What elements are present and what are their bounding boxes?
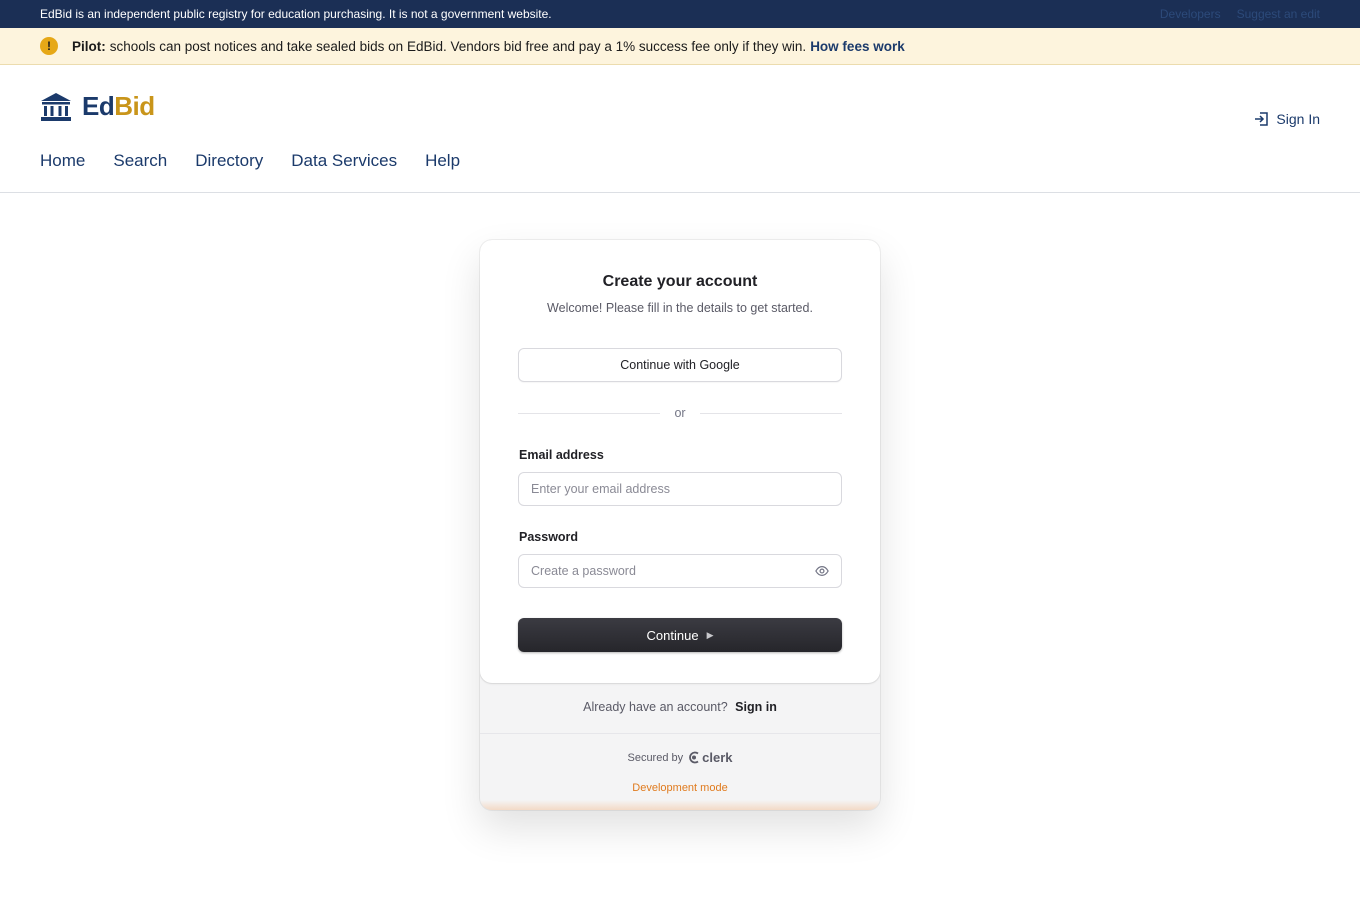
sign-in-link[interactable]: Sign in xyxy=(735,700,777,714)
password-label: Password xyxy=(519,530,579,544)
pilot-text: schools can post notices and take sealed… xyxy=(109,38,807,54)
topbar-links: Developers Suggest an edit xyxy=(1160,7,1320,21)
header-sign-in-label: Sign In xyxy=(1276,111,1320,127)
footer-divider xyxy=(480,733,880,734)
clerk-text: clerk xyxy=(702,750,733,765)
continue-label: Continue xyxy=(646,627,699,643)
or-divider: or xyxy=(518,406,842,420)
logo-text: EdBid xyxy=(82,91,155,121)
form-subtitle: Welcome! Please fill in the details to g… xyxy=(547,301,813,315)
already-text: Already have an account? xyxy=(583,700,728,714)
development-mode-label: Development mode xyxy=(632,782,728,794)
how-fees-work-link[interactable]: How fees work xyxy=(810,39,905,54)
dev-mode-glow xyxy=(480,800,880,810)
password-field[interactable]: Create a password xyxy=(518,554,842,588)
continue-button[interactable]: Continue ▶ xyxy=(518,618,842,652)
logo[interactable]: EdBid xyxy=(40,91,155,122)
header-sign-in-button[interactable]: Sign In xyxy=(1254,111,1320,127)
disclaimer-bar: EdBid is an independent public registry … xyxy=(0,0,1360,28)
nav-directory[interactable]: Directory xyxy=(195,151,263,171)
clerk-logo-icon xyxy=(689,751,699,764)
warning-icon: ! xyxy=(40,37,58,55)
nav-home[interactable]: Home xyxy=(40,151,85,171)
email-placeholder: Enter your email address xyxy=(531,482,670,496)
arrow-right-icon: ▶ xyxy=(706,629,714,640)
email-field[interactable]: Enter your email address xyxy=(518,472,842,506)
password-placeholder: Create a password xyxy=(531,564,636,578)
secured-by-clerk: Secured by clerk xyxy=(480,750,880,765)
nav-help[interactable]: Help xyxy=(425,151,460,171)
sign-in-icon xyxy=(1255,112,1269,126)
form-title: Create your account xyxy=(602,273,758,290)
site-header: EdBid Sign In Home Search Directory Data… xyxy=(0,65,1360,193)
main-nav: Home Search Directory Data Services Help xyxy=(40,151,460,171)
nav-data-services[interactable]: Data Services xyxy=(291,151,397,171)
disclaimer-text: EdBid is an independent public registry … xyxy=(40,7,552,21)
divider-line xyxy=(518,412,661,414)
suggest-edit-link[interactable]: Suggest an edit xyxy=(1237,7,1320,21)
divider-text: or xyxy=(674,406,686,420)
secured-by-text: Secured by xyxy=(627,751,684,764)
sign-up-form: Create your account Welcome! Please fill… xyxy=(480,240,880,683)
bank-icon xyxy=(41,92,71,121)
already-have-account: Already have an account? Sign in xyxy=(480,700,880,714)
divider-line xyxy=(699,412,842,414)
nav-search[interactable]: Search xyxy=(113,151,167,171)
clerk-logo[interactable]: clerk xyxy=(688,750,733,765)
pilot-label: Pilot: xyxy=(72,38,106,54)
continue-with-google-button[interactable]: Continue with Google xyxy=(518,348,842,382)
pilot-banner: ! Pilot: schools can post notices and ta… xyxy=(0,28,1360,65)
eye-icon[interactable] xyxy=(815,564,829,578)
email-label: Email address xyxy=(519,448,604,462)
developers-link[interactable]: Developers xyxy=(1160,7,1221,21)
sign-up-card: Create your account Welcome! Please fill… xyxy=(480,240,880,810)
